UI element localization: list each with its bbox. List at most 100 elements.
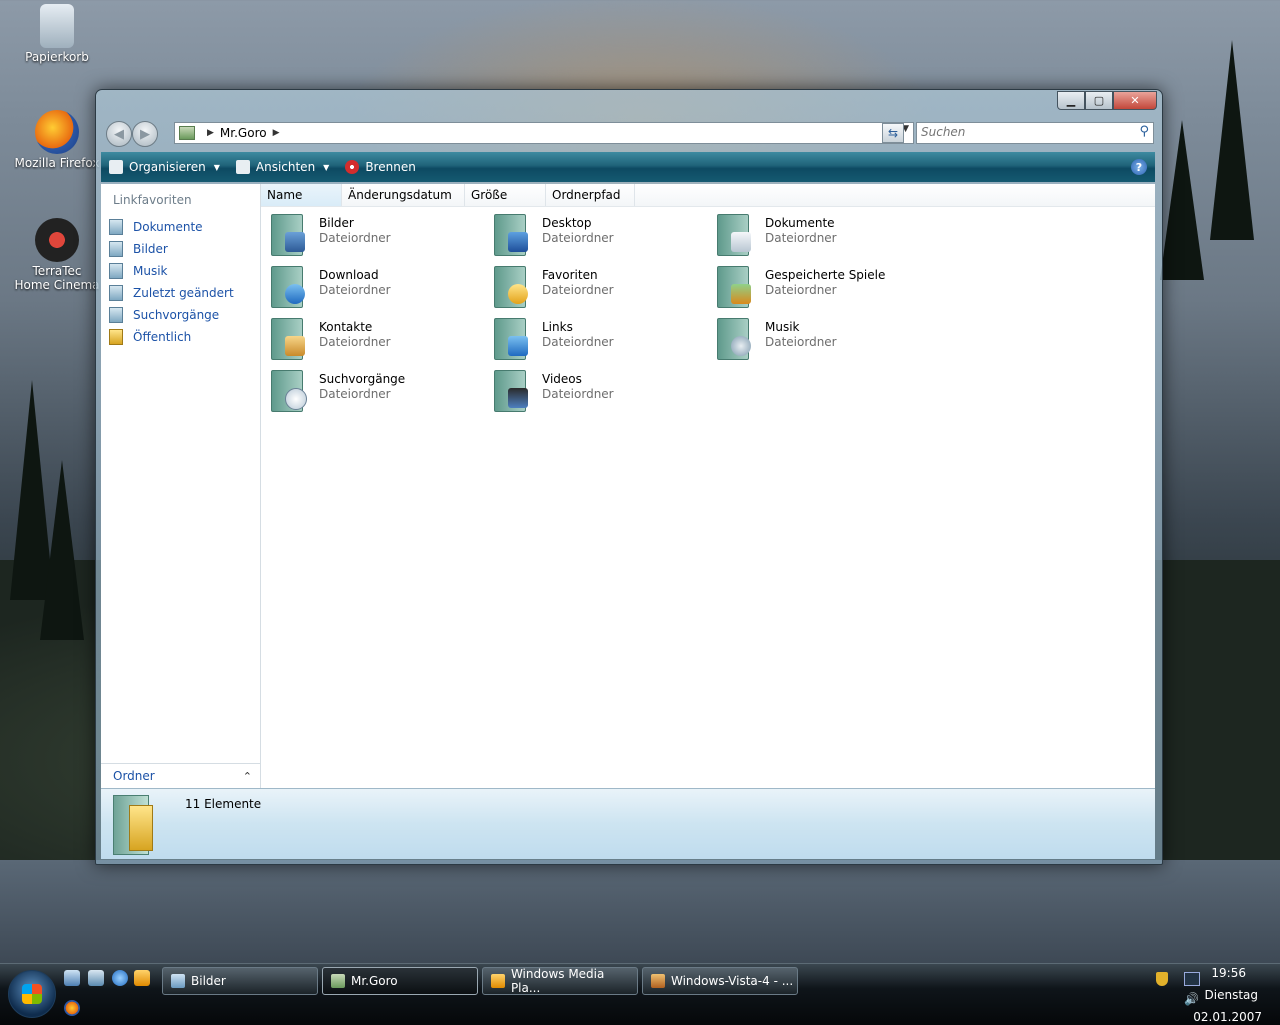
public-folder-icon bbox=[109, 329, 123, 345]
folder-tile-searches[interactable]: Suchvorgänge Dateiordner bbox=[269, 368, 484, 418]
saved-games-folder-icon bbox=[715, 264, 755, 308]
folder-pane-label: Ordner bbox=[113, 769, 155, 783]
pictures-folder-icon bbox=[269, 212, 309, 256]
explorer-window[interactable]: ▁ ▢ ✕ ◀ ▶ ▶ Mr.Goro ▶ ▼ ⇆ ⚲ Organisieren… bbox=[95, 89, 1163, 865]
window-body: Linkfavoriten Dokumente Bilder Musik Zul… bbox=[101, 184, 1155, 788]
nav-item-music[interactable]: Musik bbox=[109, 260, 234, 282]
breadcrumb-item[interactable]: Mr.Goro bbox=[220, 126, 267, 140]
folder-tile-favorites[interactable]: Favoriten Dateiordner bbox=[492, 264, 707, 314]
music-folder-icon bbox=[109, 263, 123, 279]
maximize-button[interactable]: ▢ bbox=[1085, 91, 1113, 110]
column-headers: Name Änderungsdatum Größe Ordnerpfad bbox=[261, 184, 1155, 207]
close-button[interactable]: ✕ bbox=[1113, 91, 1157, 110]
column-header-date[interactable]: Änderungsdatum bbox=[342, 184, 465, 206]
back-button[interactable]: ◀ bbox=[106, 121, 132, 147]
pictures-folder-icon bbox=[109, 241, 123, 257]
nav-item-recent[interactable]: Zuletzt geändert bbox=[109, 282, 234, 304]
folder-icon bbox=[179, 126, 195, 140]
tile-subtitle: Dateiordner bbox=[319, 387, 391, 401]
column-header-name[interactable]: Name bbox=[261, 184, 342, 206]
taskbar-button-mrgoro[interactable]: Mr.Goro bbox=[322, 967, 478, 995]
views-button[interactable]: Ansichten ▼ bbox=[228, 152, 337, 182]
recent-folder-icon bbox=[109, 285, 123, 301]
firefox-icon bbox=[35, 110, 79, 154]
search-input[interactable] bbox=[917, 123, 1125, 141]
desktop-icon-label: Mozilla Firefox bbox=[14, 156, 100, 170]
links-folder-icon bbox=[492, 316, 532, 360]
start-button[interactable] bbox=[8, 970, 56, 1018]
folder-icon bbox=[171, 974, 185, 988]
chevron-down-icon: ▼ bbox=[323, 162, 330, 172]
contacts-folder-icon bbox=[269, 316, 309, 360]
column-header-size[interactable]: Größe bbox=[465, 184, 546, 206]
terratec-icon bbox=[35, 218, 79, 262]
taskbar-button-vista[interactable]: Windows-Vista-4 - ... bbox=[642, 967, 798, 995]
nav-item-public[interactable]: Öffentlich bbox=[109, 326, 234, 348]
taskbar: Bilder Mr.Goro Windows Media Pla... Wind… bbox=[0, 963, 1280, 1025]
burn-button[interactable]: Brennen bbox=[337, 152, 423, 182]
tile-subtitle: Dateiordner bbox=[319, 283, 391, 297]
taskbar-button-label: Mr.Goro bbox=[351, 974, 398, 988]
help-icon[interactable]: ? bbox=[1131, 159, 1147, 175]
tile-title: Kontakte bbox=[319, 320, 373, 334]
firefox-icon[interactable] bbox=[64, 1000, 80, 1016]
refresh-button[interactable]: ⇆ bbox=[882, 123, 904, 143]
organize-button[interactable]: Organisieren ▼ bbox=[101, 152, 228, 182]
tile-subtitle: Dateiordner bbox=[319, 335, 391, 349]
clock-time[interactable]: 19:56 bbox=[1211, 966, 1246, 980]
tile-title: Links bbox=[542, 320, 573, 334]
tile-subtitle: Dateiordner bbox=[765, 231, 837, 245]
tile-title: Suchvorgänge bbox=[319, 372, 406, 386]
network-icon[interactable] bbox=[1184, 972, 1200, 986]
views-icon bbox=[235, 160, 250, 174]
documents-folder-icon bbox=[715, 212, 755, 256]
search-icon[interactable]: ⚲ bbox=[1139, 124, 1149, 139]
show-desktop-icon[interactable] bbox=[64, 970, 80, 986]
clock-day[interactable]: Dienstag bbox=[1205, 988, 1259, 1002]
search-box: ⚲ bbox=[916, 122, 1154, 144]
nav-item-documents[interactable]: Dokumente bbox=[109, 216, 234, 238]
tile-title: Download bbox=[319, 268, 379, 282]
taskbar-button-media-player[interactable]: Windows Media Pla... bbox=[482, 967, 638, 995]
breadcrumb-chevron-icon[interactable]: ▶ bbox=[273, 128, 280, 138]
internet-explorer-icon[interactable] bbox=[112, 970, 128, 986]
folder-tile-music[interactable]: Musik Dateiordner bbox=[715, 316, 930, 366]
caption-buttons: ▁ ▢ ✕ bbox=[1057, 91, 1157, 110]
tile-title: Dokumente bbox=[765, 216, 835, 230]
security-shield-icon[interactable] bbox=[1156, 972, 1168, 986]
media-player-icon bbox=[491, 974, 505, 988]
tile-title: Gespeicherte Spiele bbox=[765, 268, 886, 282]
forward-button[interactable]: ▶ bbox=[132, 121, 158, 147]
desktop-icon-label: TerraTec Home Cinema bbox=[14, 264, 100, 292]
nav-item-label: Musik bbox=[133, 264, 168, 278]
switch-windows-icon[interactable] bbox=[88, 970, 104, 986]
folder-pane-toggle[interactable]: Ordner ⌃ bbox=[101, 763, 260, 788]
tree bbox=[1160, 120, 1204, 280]
folder-tile-documents[interactable]: Dokumente Dateiordner bbox=[715, 212, 930, 262]
minimize-button[interactable]: ▁ bbox=[1057, 91, 1085, 110]
folder-tile-videos[interactable]: Videos Dateiordner bbox=[492, 368, 707, 418]
folder-tile-desktop[interactable]: Desktop Dateiordner bbox=[492, 212, 707, 262]
burn-label: Brennen bbox=[365, 160, 416, 174]
desktop-icon-recycle-bin[interactable]: Papierkorb bbox=[14, 4, 100, 64]
breadcrumb-chevron-icon[interactable]: ▶ bbox=[207, 128, 214, 138]
desktop-icon-firefox[interactable]: Mozilla Firefox bbox=[14, 110, 100, 170]
column-header-path[interactable]: Ordnerpfad bbox=[546, 184, 635, 206]
desktop-icon-terratec[interactable]: TerraTec Home Cinema bbox=[14, 218, 100, 292]
folder-tile-download[interactable]: Download Dateiordner bbox=[269, 264, 484, 314]
clock-date[interactable]: 02.01.2007 bbox=[1193, 1010, 1262, 1024]
nav-item-searches[interactable]: Suchvorgänge bbox=[109, 304, 234, 326]
media-player-icon[interactable] bbox=[134, 970, 150, 986]
taskbar-button-pictures[interactable]: Bilder bbox=[162, 967, 318, 995]
folder-tile-contacts[interactable]: Kontakte Dateiordner bbox=[269, 316, 484, 366]
taskbar-button-label: Bilder bbox=[191, 974, 226, 988]
volume-icon[interactable]: 🔊 bbox=[1184, 992, 1199, 1006]
nav-item-pictures[interactable]: Bilder bbox=[109, 238, 234, 260]
address-bar[interactable]: ▶ Mr.Goro ▶ ▼ bbox=[174, 122, 914, 144]
folder-tile-pictures[interactable]: Bilder Dateiordner bbox=[269, 212, 484, 262]
folder-tile-saved-games[interactable]: Gespeicherte Spiele Dateiordner bbox=[715, 264, 930, 314]
nav-item-label: Dokumente bbox=[133, 220, 203, 234]
folder-tile-links[interactable]: Links Dateiordner bbox=[492, 316, 707, 366]
videos-folder-icon bbox=[492, 368, 532, 412]
item-count: 11 Elemente bbox=[185, 797, 262, 811]
